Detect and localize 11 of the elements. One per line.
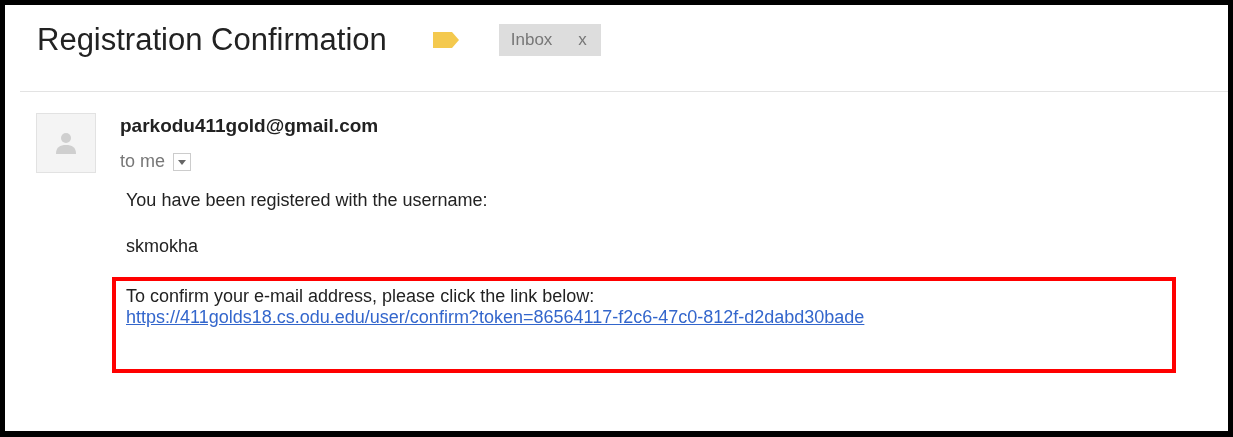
recipient-text: to me — [120, 151, 166, 172]
sender-address: parkodu411gold@gmail.com — [120, 115, 379, 137]
label-text: Inbox — [510, 30, 553, 50]
dropdown-icon[interactable] — [173, 152, 192, 171]
body-text: You have been registered with the username: — [126, 189, 489, 211]
email-subject: Registration Confirmation — [37, 22, 387, 58]
body-text: skmokha — [126, 235, 200, 257]
body-text: To confirm your e-mail address, please click the link below: — [126, 286, 596, 306]
person-icon — [55, 131, 77, 155]
confirm-link[interactable]: https://411golds18.cs.odu.edu/user/confirm?token=86564117-f2c6-47c0-812f-d2dabd30bade — [126, 306, 1162, 328]
remove-label-button[interactable]: x — [578, 30, 587, 50]
